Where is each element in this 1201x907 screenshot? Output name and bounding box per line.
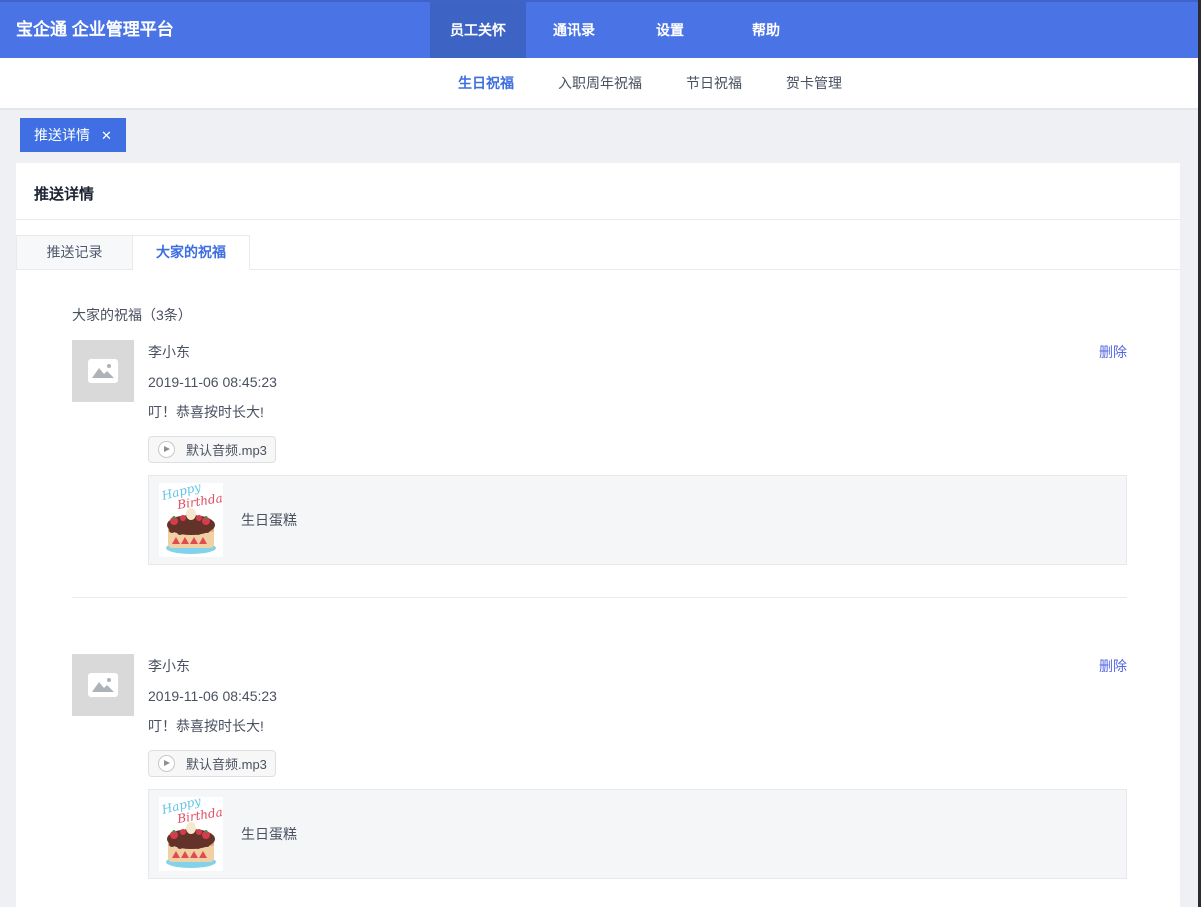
page-title: 推送详情 (34, 183, 1162, 204)
subnav-item-birthday-wishes[interactable]: 生日祝福 (458, 58, 514, 108)
wish-timestamp: 2019-11-06 08:45:23 (148, 372, 1127, 392)
play-icon[interactable] (158, 441, 175, 458)
wish-message: 叮！恭喜按时长大! (148, 716, 1127, 736)
avatar (72, 654, 134, 716)
tab-content: 大家的祝福（3条） 删除 李小东 (16, 305, 1180, 907)
close-icon[interactable]: ✕ (101, 129, 112, 142)
top-bar: 宝企通 企业管理平台 员工关怀 通讯录 设置 帮助 (0, 0, 1201, 58)
subnav-item-card-management[interactable]: 贺卡管理 (786, 58, 842, 108)
wish-list: 删除 李小东 2019-11-06 08:45:23 (72, 340, 1127, 907)
gift-name: 生日蛋糕 (241, 824, 297, 844)
wish-body: 李小东 2019-11-06 08:45:23 叮！恭喜按时长大! 默认音频.m… (148, 340, 1127, 565)
panel-header: 推送详情 (16, 163, 1180, 220)
section-title: 大家的祝福（3条） (72, 305, 1127, 325)
top-nav: 员工关怀 通讯录 设置 帮助 (430, 2, 814, 58)
audio-player[interactable]: 默认音频.mp3 (148, 436, 276, 463)
delete-link[interactable]: 删除 (1099, 342, 1127, 362)
gift-card: Happy Birthday! (148, 475, 1127, 565)
wish-author: 李小东 (148, 342, 1127, 362)
app-title: 宝企通 企业管理平台 (16, 2, 174, 58)
image-placeholder-icon (88, 359, 118, 383)
wish-author: 李小东 (148, 656, 1127, 676)
workspace-tab-label: 推送详情 (34, 125, 90, 145)
gift-card: Happy Birthday! (148, 789, 1127, 879)
wish-timestamp: 2019-11-06 08:45:23 (148, 686, 1127, 706)
audio-filename: 默认音频.mp3 (186, 754, 267, 773)
wish-message: 叮！恭喜按时长大! (148, 402, 1127, 422)
image-placeholder-icon (88, 673, 118, 697)
nav-item-employee-care[interactable]: 员工关怀 (430, 2, 526, 58)
gift-name: 生日蛋糕 (241, 510, 297, 530)
sub-nav: 生日祝福 入职周年祝福 节日祝福 贺卡管理 (0, 58, 1201, 110)
audio-player[interactable]: 默认音频.mp3 (148, 750, 276, 777)
birthday-cake-image: Happy Birthday! (159, 483, 223, 557)
birthday-cake-image: Happy Birthday! (159, 797, 223, 871)
subnav-item-holiday-wishes[interactable]: 节日祝福 (686, 58, 742, 108)
detail-tabs: 推送记录 大家的祝福 (16, 235, 1180, 270)
workspace-tab-push-details[interactable]: 推送详情 ✕ (20, 118, 126, 152)
avatar (72, 340, 134, 402)
tab-push-records[interactable]: 推送记录 (16, 235, 133, 270)
push-details-panel: 推送详情 推送记录 大家的祝福 大家的祝福（3条） 删除 (16, 163, 1180, 907)
wish-item: 删除 李小东 2019-11-06 08:45:23 (72, 340, 1127, 565)
subnav-item-anniversary-wishes[interactable]: 入职周年祝福 (558, 58, 642, 108)
tab-everyones-wishes[interactable]: 大家的祝福 (133, 235, 250, 270)
nav-item-settings[interactable]: 设置 (622, 2, 718, 58)
play-icon[interactable] (158, 755, 175, 772)
divider (72, 597, 1127, 598)
wish-body: 李小东 2019-11-06 08:45:23 叮！恭喜按时长大! 默认音频.m… (148, 654, 1127, 879)
delete-link[interactable]: 删除 (1099, 656, 1127, 676)
nav-item-help[interactable]: 帮助 (718, 2, 814, 58)
audio-filename: 默认音频.mp3 (186, 440, 267, 459)
nav-item-contacts[interactable]: 通讯录 (526, 2, 622, 58)
wish-item: 删除 李小东 2019-11-06 08:45:23 (72, 654, 1127, 879)
